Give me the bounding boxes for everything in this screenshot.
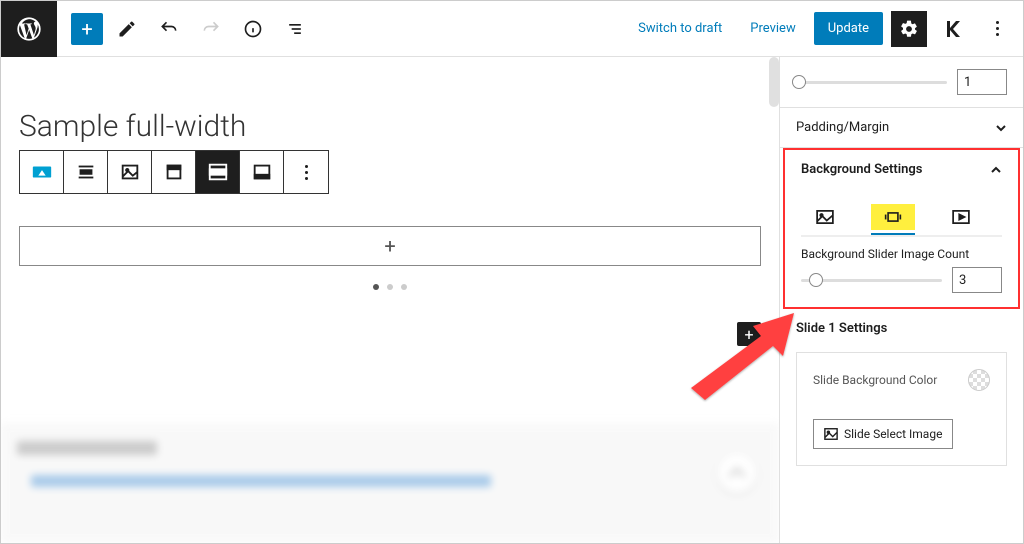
add-block-inside[interactable]: + — [19, 226, 761, 266]
block-title: Sample full-width — [1, 57, 779, 150]
background-settings-panel[interactable]: Background Settings — [801, 162, 1002, 177]
undo-icon[interactable] — [151, 11, 187, 47]
slider-track[interactable] — [796, 81, 947, 84]
kadence-icon[interactable] — [935, 11, 971, 47]
padding-margin-panel[interactable]: Padding/Margin — [796, 120, 1007, 135]
toolbar-more-icon[interactable] — [284, 151, 328, 193]
plus-icon: + — [384, 234, 395, 258]
toolbar-box-icon[interactable] — [152, 151, 196, 193]
toolbar-align-icon[interactable] — [64, 151, 108, 193]
bg-count-input[interactable]: 3 — [952, 267, 1002, 293]
back-to-top-button[interactable] — [717, 453, 757, 493]
add-block-after-button[interactable]: + — [737, 322, 761, 346]
block-toolbar — [19, 150, 329, 194]
bg-tab-video[interactable] — [939, 201, 983, 235]
preview-link[interactable]: Preview — [740, 15, 805, 42]
plus-icon: + — [744, 325, 753, 344]
switch-to-draft-link[interactable]: Switch to draft — [628, 15, 732, 42]
color-swatch-transparent[interactable] — [968, 369, 990, 391]
slide-select-image-button[interactable]: Slide Select Image — [813, 419, 953, 449]
slider-handle[interactable] — [809, 273, 823, 287]
slide-bgcolor-label: Slide Background Color — [813, 373, 937, 387]
slider-handle[interactable] — [792, 75, 806, 89]
slider-value-input[interactable]: 1 — [957, 69, 1007, 95]
bg-tab-slider[interactable] — [871, 201, 915, 235]
scrollbar[interactable] — [769, 57, 779, 107]
wp-logo[interactable] — [1, 1, 57, 57]
toolbar-wide-icon[interactable] — [240, 151, 284, 193]
list-view-icon[interactable] — [277, 11, 313, 47]
background-settings-highlight: Background Settings Background Sl — [783, 148, 1020, 309]
edit-icon[interactable] — [109, 11, 145, 47]
bg-count-label: Background Slider Image Count — [785, 237, 1018, 267]
update-button[interactable]: Update — [814, 12, 883, 45]
chevron-down-icon — [995, 122, 1007, 134]
button-label: Slide Select Image — [844, 427, 942, 441]
panel-title: Background Settings — [801, 162, 922, 177]
pager-dots — [1, 284, 779, 290]
add-block-button[interactable]: + — [71, 13, 103, 45]
info-icon[interactable] — [235, 11, 271, 47]
blurred-content — [1, 423, 779, 543]
settings-toggle[interactable] — [891, 11, 927, 47]
toolbar-row-icon[interactable] — [20, 151, 64, 193]
more-options-button[interactable] — [979, 11, 1015, 47]
slide1-title: Slide 1 Settings — [796, 321, 1007, 336]
bg-count-slider[interactable] — [801, 279, 942, 282]
toolbar-fullwidth-icon[interactable] — [196, 151, 240, 193]
panel-title: Padding/Margin — [796, 120, 889, 135]
toolbar-image-icon[interactable] — [108, 151, 152, 193]
bg-tab-image[interactable] — [803, 201, 847, 235]
chevron-up-icon — [990, 164, 1002, 176]
top-slider-row: 1 — [796, 69, 1007, 95]
redo-icon — [193, 11, 229, 47]
editor-canvas[interactable]: Sample full-width — [1, 57, 779, 543]
